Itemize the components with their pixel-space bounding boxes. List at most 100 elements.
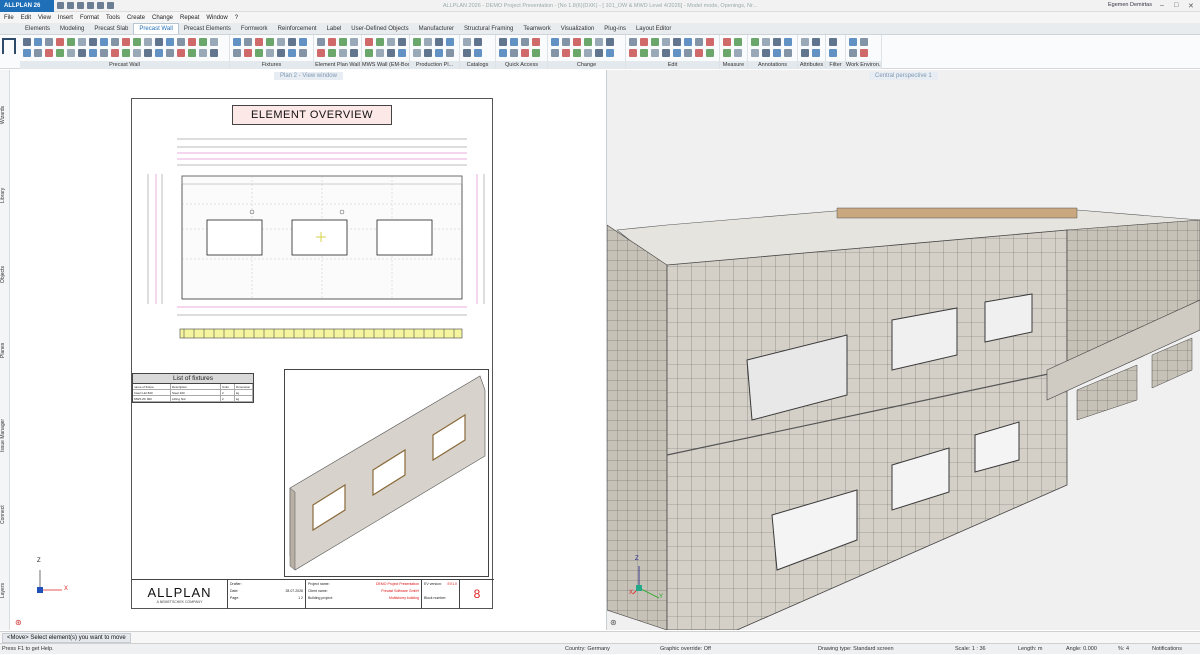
tab-precast-slab[interactable]: Precast Slab xyxy=(89,24,133,34)
save-icon[interactable] xyxy=(77,2,84,9)
redo-icon[interactable] xyxy=(97,2,104,9)
sidebar-tab-layers[interactable]: Layers xyxy=(0,570,10,610)
ribbon-tool-icon[interactable] xyxy=(499,38,507,46)
ribbon-tool-icon[interactable] xyxy=(706,38,714,46)
ribbon-tool-icon[interactable] xyxy=(474,38,482,46)
tab-label[interactable]: Label xyxy=(322,24,347,34)
ribbon-tool-icon[interactable] xyxy=(532,38,540,46)
ribbon-tool-icon[interactable] xyxy=(413,49,421,57)
status-length[interactable]: Length: m xyxy=(1018,644,1042,655)
ribbon-tool-icon[interactable] xyxy=(89,38,97,46)
ribbon-tool-icon[interactable] xyxy=(339,38,347,46)
ribbon-tool-icon[interactable] xyxy=(144,49,152,57)
ribbon-tool-icon[interactable] xyxy=(365,38,373,46)
sidebar-tab-issue-manager[interactable]: Issue Manager xyxy=(0,400,10,470)
settings-icon[interactable] xyxy=(107,2,114,9)
status-drawing-type[interactable]: Drawing type: Standard screen xyxy=(818,644,894,655)
ribbon-tool-icon[interactable] xyxy=(111,49,119,57)
ribbon-tool-icon[interactable] xyxy=(684,49,692,57)
ribbon-tool-icon[interactable] xyxy=(435,49,443,57)
sidebar-tab-library[interactable]: Library xyxy=(0,170,10,220)
ribbon-tool-icon[interactable] xyxy=(413,38,421,46)
ribbon-tool-icon[interactable] xyxy=(662,38,670,46)
ribbon-tool-icon[interactable] xyxy=(350,49,358,57)
ribbon-tool-icon[interactable] xyxy=(801,49,809,57)
ribbon-tool-icon[interactable] xyxy=(860,49,868,57)
ribbon-tool-icon[interactable] xyxy=(255,49,263,57)
ribbon-tool-icon[interactable] xyxy=(376,49,384,57)
plan-view-viewport[interactable]: Plan 2 - View window ELEMENT OVERVIEW Li… xyxy=(10,70,606,630)
sidebar-tab-wizards[interactable]: Wizards xyxy=(0,90,10,140)
tab-user-defined-objects[interactable]: User-Defined Objects xyxy=(346,24,413,34)
menu-format[interactable]: Format xyxy=(80,15,99,21)
ribbon-tool-icon[interactable] xyxy=(551,49,559,57)
tab-plug-ins[interactable]: Plug-ins xyxy=(599,24,631,34)
ribbon-tool-icon[interactable] xyxy=(801,38,809,46)
ribbon-tool-icon[interactable] xyxy=(812,38,820,46)
ribbon-tool-icon[interactable] xyxy=(510,38,518,46)
ribbon-tool-icon[interactable] xyxy=(100,49,108,57)
undo-icon[interactable] xyxy=(87,2,94,9)
ribbon-tool-icon[interactable] xyxy=(317,38,325,46)
menu-create[interactable]: Create xyxy=(127,15,145,21)
ribbon-tool-icon[interactable] xyxy=(573,49,581,57)
ribbon-tool-icon[interactable] xyxy=(199,38,207,46)
menu-edit[interactable]: Edit xyxy=(21,15,31,21)
ribbon-tool-icon[interactable] xyxy=(100,38,108,46)
ribbon-tool-icon[interactable] xyxy=(532,49,540,57)
ribbon-tool-icon[interactable] xyxy=(463,49,471,57)
ribbon-tool-icon[interactable] xyxy=(45,49,53,57)
ribbon-tool-icon[interactable] xyxy=(122,49,130,57)
ribbon-tool-icon[interactable] xyxy=(446,38,454,46)
ribbon-tool-icon[interactable] xyxy=(177,49,185,57)
tab-teamwork[interactable]: Teamwork xyxy=(518,24,555,34)
ribbon-tool-icon[interactable] xyxy=(328,38,336,46)
ribbon-tool-icon[interactable] xyxy=(398,38,406,46)
status-scale[interactable]: Scale: 1 : 36 xyxy=(955,644,986,655)
ribbon-tool-icon[interactable] xyxy=(734,38,742,46)
ribbon-tool-icon[interactable] xyxy=(662,49,670,57)
open-icon[interactable] xyxy=(67,2,74,9)
ribbon-tool-icon[interactable] xyxy=(45,38,53,46)
ribbon-tool-icon[interactable] xyxy=(387,49,395,57)
tab-structural-framing[interactable]: Structural Framing xyxy=(459,24,518,34)
navigation-icon[interactable]: ⊛ xyxy=(610,618,617,627)
ribbon-tool-icon[interactable] xyxy=(695,38,703,46)
ribbon-tool-icon[interactable] xyxy=(762,49,770,57)
user-name[interactable]: Egemen Demirtas xyxy=(1108,2,1152,8)
ribbon-tool-icon[interactable] xyxy=(277,38,285,46)
ribbon-tool-icon[interactable] xyxy=(350,38,358,46)
ribbon-tool-icon[interactable] xyxy=(551,38,559,46)
ribbon-tool-icon[interactable] xyxy=(177,38,185,46)
ribbon-tool-icon[interactable] xyxy=(584,49,592,57)
ribbon-tool-icon[interactable] xyxy=(67,49,75,57)
menu-window[interactable]: Window xyxy=(206,15,227,21)
sidebar-tab-planes[interactable]: Planes xyxy=(0,325,10,375)
new-icon[interactable] xyxy=(57,2,64,9)
ribbon-tool-icon[interactable] xyxy=(606,38,614,46)
ribbon-tool-icon[interactable] xyxy=(133,38,141,46)
ribbon-tool-icon[interactable] xyxy=(684,38,692,46)
status-percent[interactable]: %: 4 xyxy=(1118,644,1129,655)
ribbon-tool-icon[interactable] xyxy=(784,38,792,46)
ribbon-tool-icon[interactable] xyxy=(299,49,307,57)
ribbon-tool-icon[interactable] xyxy=(188,38,196,46)
tab-visualization[interactable]: Visualization xyxy=(556,24,600,34)
ribbon-tool-icon[interactable] xyxy=(751,38,759,46)
ribbon-tool-icon[interactable] xyxy=(829,38,837,46)
ribbon-tool-icon[interactable] xyxy=(244,49,252,57)
maximize-icon[interactable]: □ xyxy=(1174,2,1178,9)
ribbon-tool-icon[interactable] xyxy=(288,49,296,57)
tab-modeling[interactable]: Modeling xyxy=(55,24,89,34)
ribbon-tool-icon[interactable] xyxy=(424,38,432,46)
ribbon-tool-icon[interactable] xyxy=(398,49,406,57)
perspective-viewport[interactable]: Central perspective 1 Z X Y ⊛ xyxy=(607,70,1200,630)
ribbon-tool-icon[interactable] xyxy=(244,38,252,46)
viewport-title[interactable]: Plan 2 - View window xyxy=(274,72,343,80)
ribbon-tool-icon[interactable] xyxy=(446,49,454,57)
ribbon-tool-icon[interactable] xyxy=(640,38,648,46)
ribbon-tool-icon[interactable] xyxy=(387,38,395,46)
menu-view[interactable]: View xyxy=(38,15,51,21)
ribbon-tool-icon[interactable] xyxy=(266,38,274,46)
ribbon-tool-icon[interactable] xyxy=(734,49,742,57)
